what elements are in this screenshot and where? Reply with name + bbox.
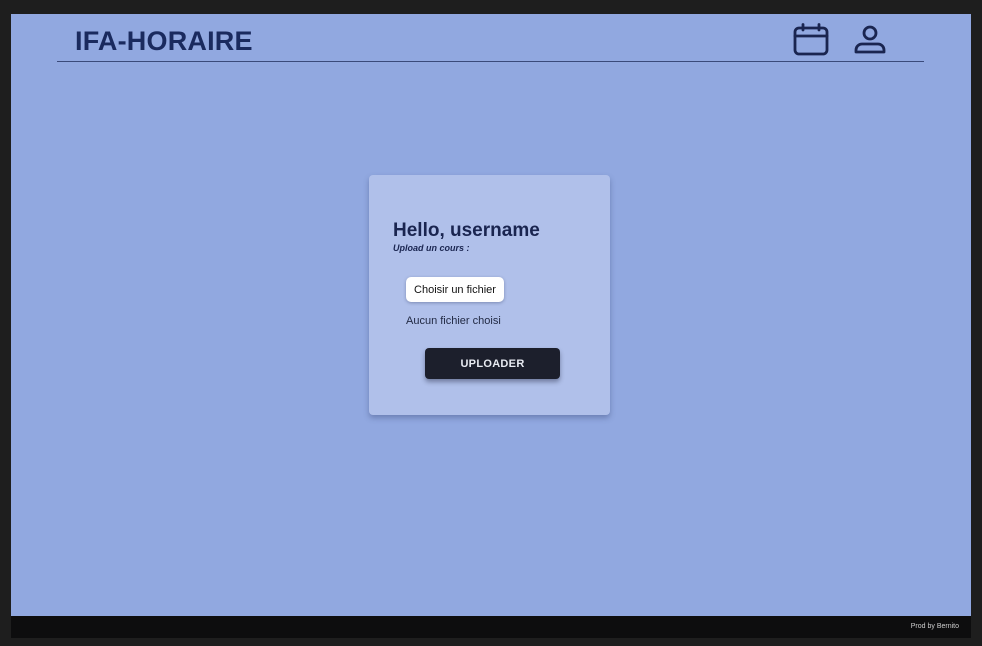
- profile-button[interactable]: [850, 24, 890, 60]
- header: IFA-HORAIRE: [11, 14, 971, 62]
- upload-button[interactable]: UPLOADER: [425, 348, 560, 379]
- choose-file-button[interactable]: Choisir un fichier: [406, 277, 504, 302]
- user-icon: [852, 24, 888, 61]
- upload-subtitle: Upload un cours :: [393, 243, 470, 253]
- footer: Prod by Bernito: [11, 616, 971, 638]
- app-title[interactable]: IFA-HORAIRE: [75, 26, 253, 56]
- upload-card: Hello, username Upload un cours : Choisi…: [369, 175, 610, 415]
- footer-credit: Prod by Bernito: [910, 623, 959, 630]
- calendar-icon: [792, 22, 830, 63]
- app-window: IFA-HORAIRE Hello, username Upload un co…: [11, 14, 971, 638]
- file-status-text: Aucun fichier choisi: [406, 315, 501, 327]
- calendar-button[interactable]: [791, 22, 831, 63]
- header-divider: [57, 61, 924, 62]
- greeting-heading: Hello, username: [393, 220, 540, 241]
